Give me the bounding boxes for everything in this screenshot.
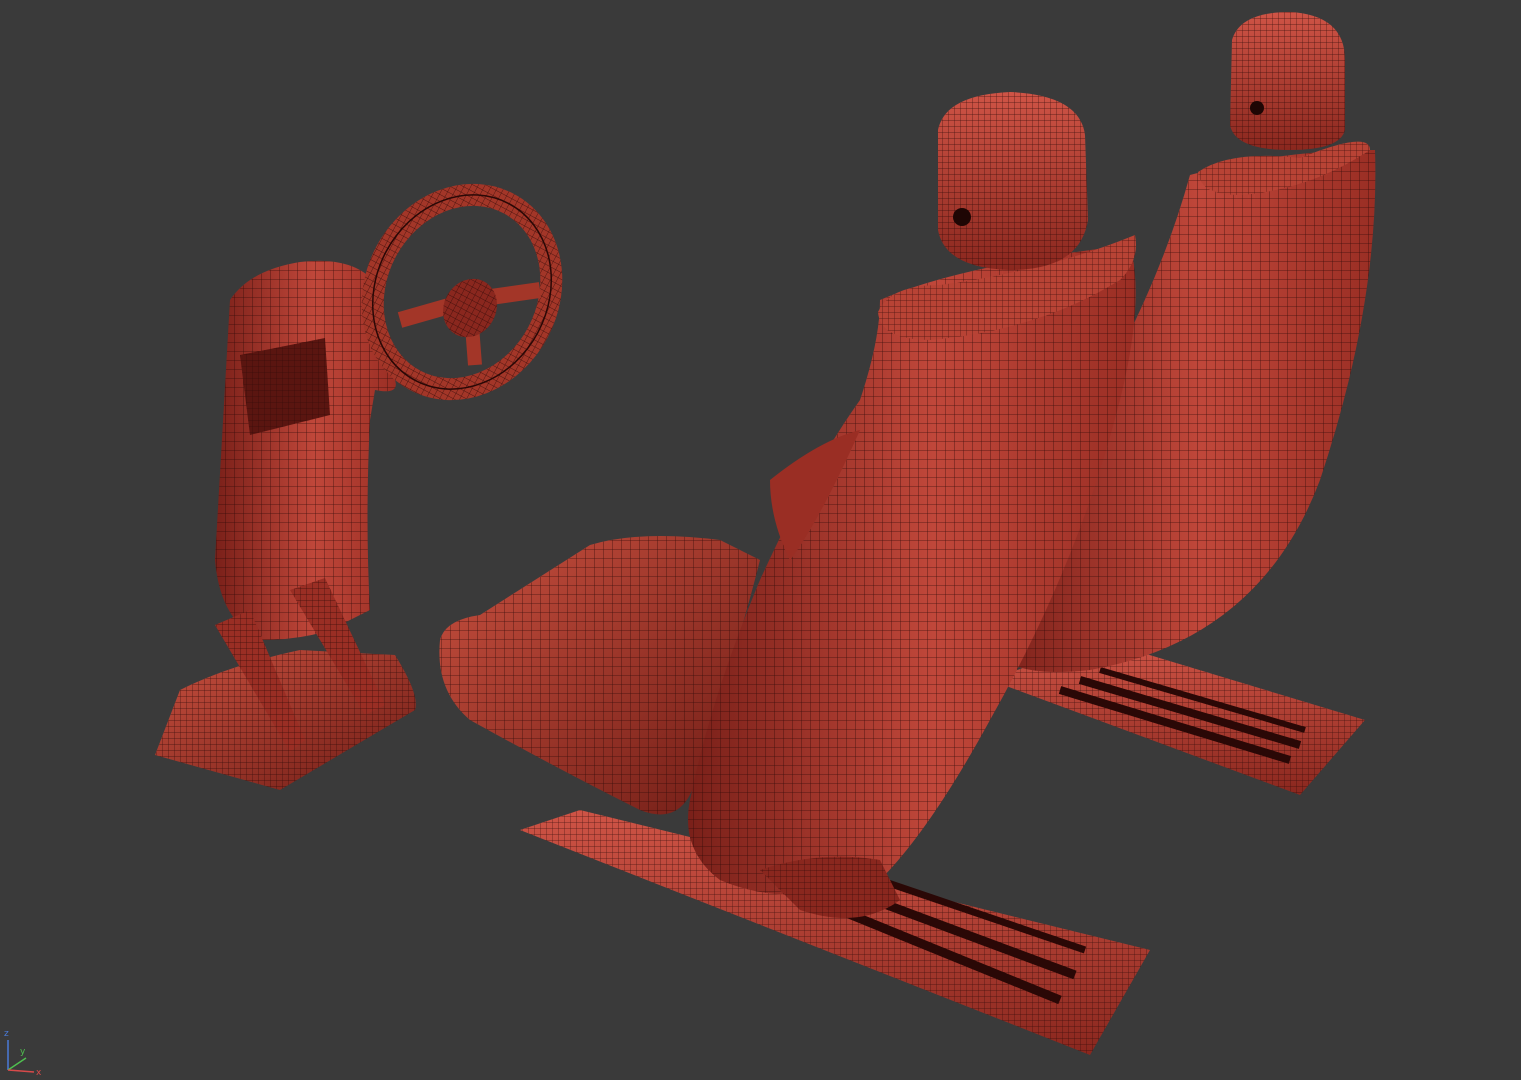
y-axis-line [7, 1057, 27, 1071]
scene-canvas[interactable] [0, 0, 1521, 1080]
y-axis-label: y [20, 1047, 26, 1057]
3d-viewport[interactable]: z y x [0, 0, 1521, 1080]
x-axis-line [7, 1069, 35, 1073]
axis-gizmo: z y x [4, 1029, 42, 1078]
x-axis-label: x [36, 1068, 42, 1078]
z-axis-label: z [4, 1029, 9, 1039]
